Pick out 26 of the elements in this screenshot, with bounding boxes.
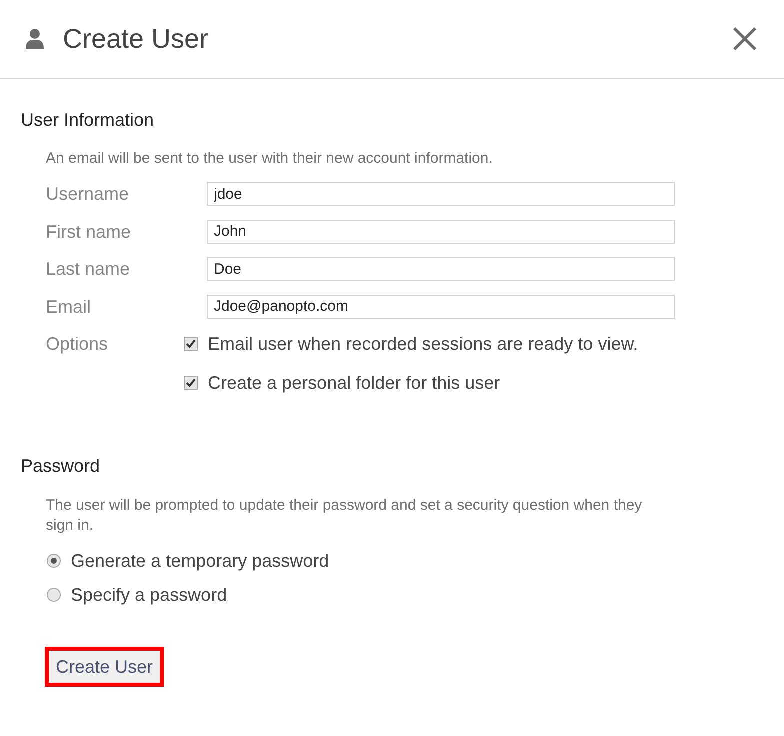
field-label: Username [46, 183, 130, 206]
radio-button[interactable] [47, 588, 61, 602]
checkbox[interactable] [184, 376, 198, 390]
create-user-button[interactable]: Create User [49, 651, 160, 683]
section-description: An email will be sent to the user with their new account information. [46, 149, 494, 169]
checkbox-label: Email user when recorded sessions are ready to view. [208, 333, 638, 356]
section-heading: User Information [21, 109, 156, 132]
close-button[interactable] [733, 27, 757, 51]
field-label: Last name [46, 258, 132, 281]
field-label: Email [46, 296, 92, 318]
options-label: Options [46, 333, 110, 356]
input-field[interactable]: John [207, 220, 675, 244]
dialog-title: Create User [63, 22, 209, 56]
radio-label: Specify a password [71, 584, 228, 607]
radio-button[interactable] [47, 554, 61, 568]
section-heading: Password [21, 455, 102, 478]
input-field[interactable]: Jdoe@panopto.com [207, 294, 675, 318]
input-field[interactable]: jdoe [207, 182, 675, 206]
radio-label: Generate a temporary password [71, 550, 330, 573]
checkbox-label: Create a personal folder for this user [208, 372, 500, 395]
close-icon [733, 27, 757, 51]
input-field[interactable]: Doe [207, 257, 675, 281]
checkbox[interactable] [184, 337, 198, 351]
user-icon [26, 28, 44, 49]
field-label: First name [46, 220, 132, 244]
section-description: The user will be prompted to update their password and set a security question when they sign in. [46, 496, 644, 536]
